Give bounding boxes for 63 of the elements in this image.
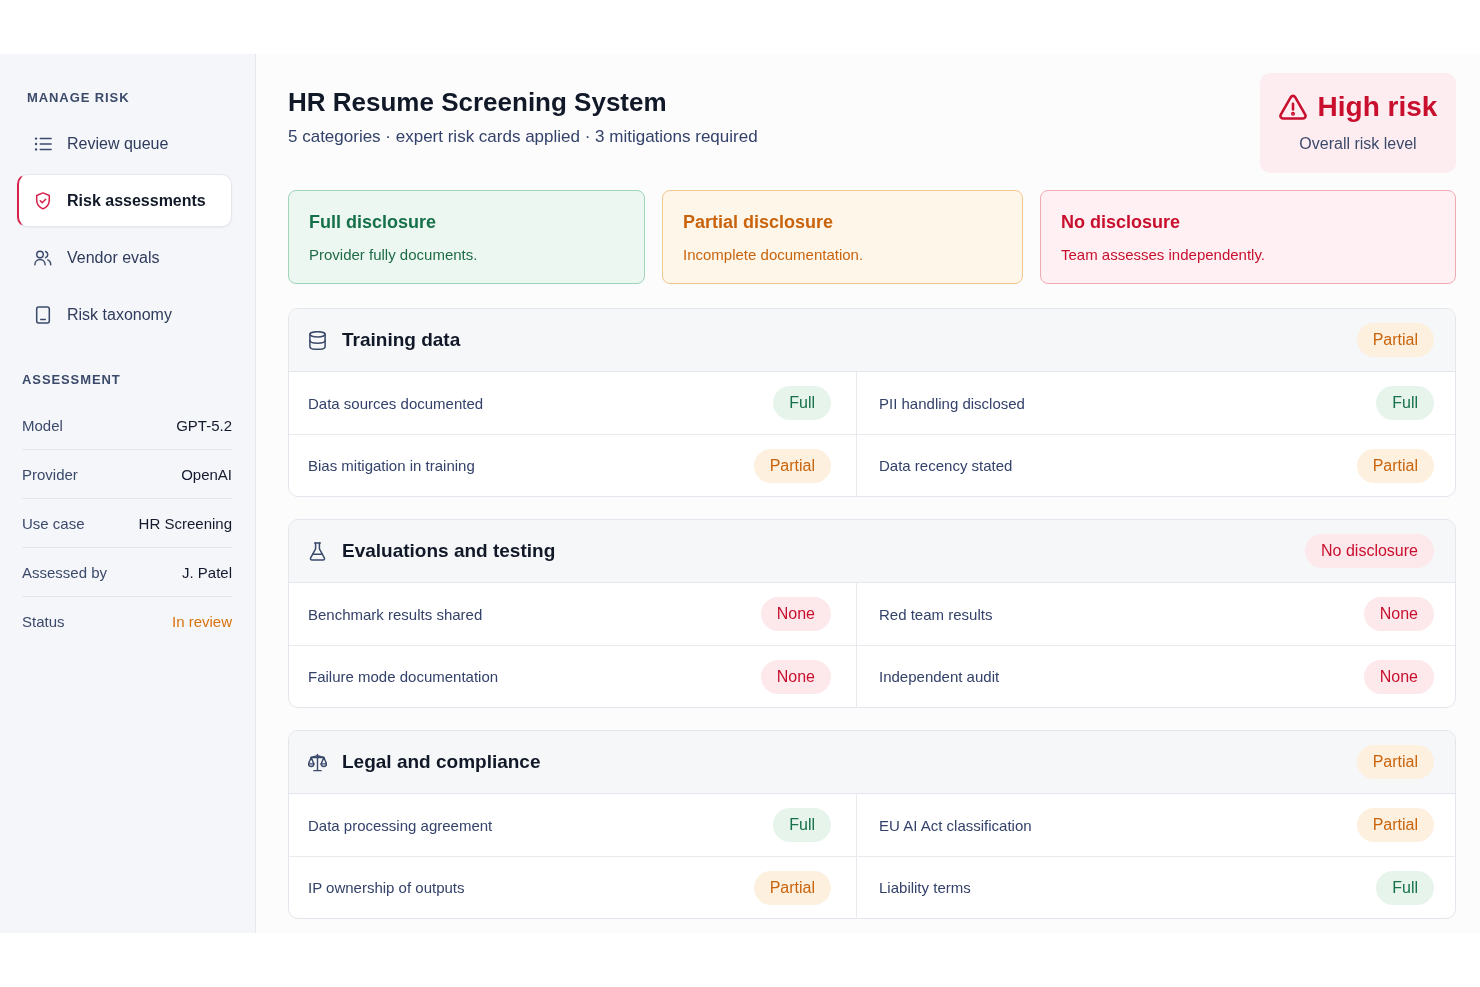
- legend-text: Incomplete documentation.: [683, 245, 865, 265]
- disclosure-tag: Partial: [753, 448, 831, 483]
- category-title: Legal and compliance: [342, 751, 541, 773]
- legend-title: Partial disclosure: [683, 211, 835, 233]
- detail-value: OpenAI: [181, 465, 232, 483]
- detail-value: HR Screening: [138, 514, 232, 532]
- tablet-icon: [34, 305, 52, 324]
- legend-text: Team assesses independently.: [1061, 245, 1266, 265]
- legend-title: Full disclosure: [309, 211, 438, 233]
- disclosure-tag: Partial: [1356, 323, 1434, 357]
- disclosure-tag: Full: [773, 386, 831, 420]
- criterion-label: Data recency stated: [879, 457, 1013, 474]
- disclosure-tag: None: [1363, 597, 1434, 631]
- criterion-label: EU AI Act classification: [879, 816, 1032, 834]
- users-icon: [34, 248, 52, 267]
- criterion-label: Benchmark results shared: [308, 605, 483, 623]
- nav-item[interactable]: Risk taxonomy: [17, 288, 232, 341]
- shield-check-icon: [34, 191, 52, 210]
- section-heading: ASSESSMENT: [22, 372, 122, 388]
- nav-item[interactable]: Vendor evals: [17, 231, 232, 284]
- disclosure-tag: Full: [1376, 386, 1434, 420]
- page-title: HR Resume Screening System: [288, 86, 668, 118]
- disclosure-tag: No disclosure: [1305, 534, 1434, 568]
- criterion-label: PII handling disclosed: [879, 394, 1025, 412]
- category-title: Training data: [342, 329, 461, 351]
- disclosure-tag: Full: [1376, 870, 1434, 905]
- scale-icon: [308, 752, 327, 772]
- risk-level-caption: Overall risk level: [1299, 134, 1417, 154]
- disclosure-tag: None: [760, 597, 831, 631]
- detail-label: Use case: [22, 514, 85, 532]
- detail-value: J. Patel: [181, 563, 232, 581]
- disclosure-tag: None: [1363, 659, 1434, 694]
- criterion-label: Failure mode documentation: [308, 668, 499, 685]
- nav-item[interactable]: Risk assessments: [17, 174, 232, 227]
- disclosure-tag: Partial: [753, 870, 831, 905]
- detail-label: Model: [22, 416, 63, 434]
- criterion-label: Bias mitigation in training: [308, 457, 475, 474]
- section-heading: MANAGE RISK: [27, 90, 131, 106]
- detail-label: Assessed by: [22, 563, 108, 581]
- detail-value: GPT-5.2: [176, 416, 232, 434]
- risk-level-label: High risk: [1317, 90, 1438, 124]
- disclosure-tag: Full: [773, 808, 831, 842]
- flask-icon: [308, 541, 327, 561]
- criterion-label: Data sources documented: [308, 394, 484, 412]
- page-subtitle: 5 categories · expert risk cards applied · 3 mitigations required: [288, 126, 758, 148]
- criterion-label: Liability terms: [879, 879, 971, 896]
- detail-label: Provider: [22, 465, 78, 483]
- disclosure-tag: Partial: [1356, 448, 1434, 483]
- disclosure-tag: Partial: [1356, 808, 1434, 842]
- category-title: Evaluations and testing: [342, 540, 556, 562]
- database-icon: [308, 330, 327, 350]
- disclosure-tag: None: [760, 659, 831, 694]
- legend-title: No disclosure: [1061, 211, 1182, 233]
- detail-label: Status: [22, 612, 65, 630]
- nav-item[interactable]: Review queue: [17, 117, 232, 170]
- disclosure-tag: Partial: [1356, 745, 1434, 779]
- legend-text: Provider fully documents.: [309, 245, 479, 265]
- criterion-label: Independent audit: [879, 668, 1000, 685]
- criterion-label: IP ownership of outputs: [308, 879, 465, 896]
- detail-value: In review: [171, 612, 232, 630]
- warning-icon: [1278, 93, 1307, 121]
- criterion-label: Red team results: [879, 605, 993, 623]
- criterion-label: Data processing agreement: [308, 816, 493, 834]
